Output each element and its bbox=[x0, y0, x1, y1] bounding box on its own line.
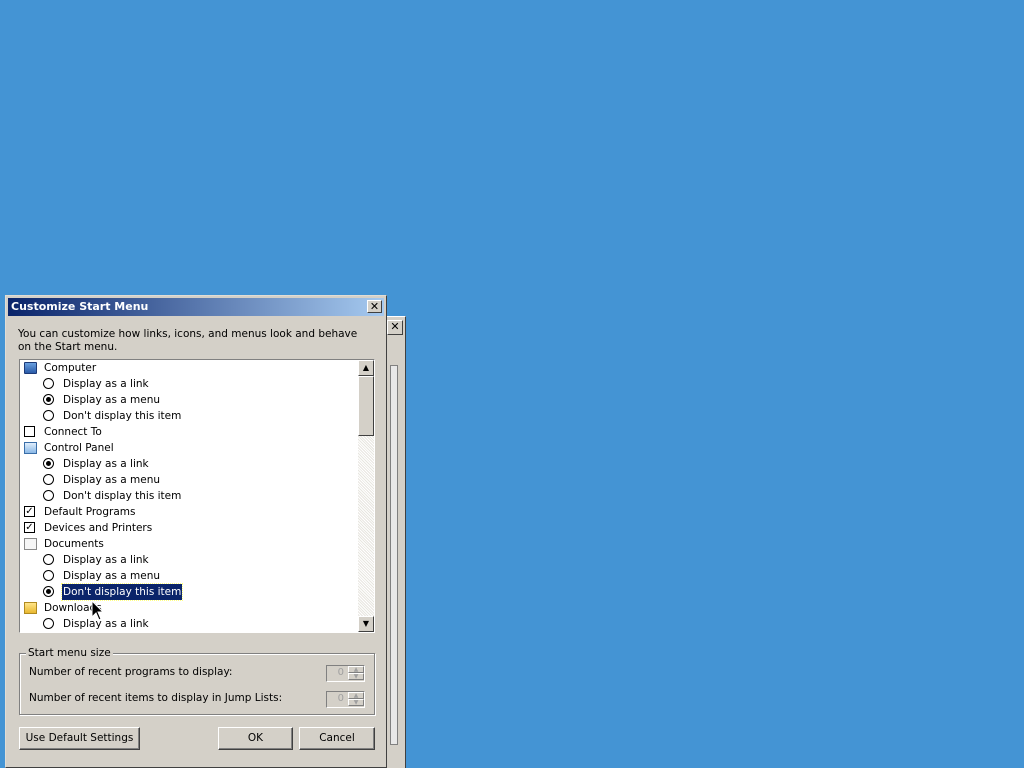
scroll-up-button[interactable]: ▲ bbox=[358, 360, 374, 376]
list-item-label[interactable]: Display as a menu bbox=[62, 472, 161, 488]
radio-button[interactable] bbox=[43, 474, 54, 485]
start-menu-size-group: Start menu size Number of recent program… bbox=[19, 646, 375, 715]
start-menu-size-legend: Start menu size bbox=[26, 646, 113, 660]
recent-programs-down-arrow[interactable]: ▼ bbox=[348, 673, 364, 680]
list-item-label[interactable]: Display as a menu bbox=[62, 392, 161, 408]
checkbox[interactable]: ✓ bbox=[24, 522, 35, 533]
list-item-label[interactable]: Display as a menu bbox=[62, 568, 161, 584]
list-item[interactable]: Display as a link bbox=[43, 376, 358, 392]
control-panel-icon bbox=[24, 442, 37, 454]
background-window-close-button[interactable]: ✕ bbox=[387, 320, 403, 335]
list-item[interactable]: Don't display this item bbox=[43, 408, 358, 424]
list-item-label[interactable]: Display as a link bbox=[62, 376, 150, 392]
ok-button[interactable]: OK bbox=[218, 727, 293, 750]
radio-button[interactable] bbox=[43, 378, 54, 389]
recent-programs-spinbox[interactable]: 0 ▲ ▼ bbox=[326, 665, 365, 682]
list-item-label: Control Panel bbox=[44, 442, 114, 454]
list-item[interactable]: Don't display this item bbox=[43, 488, 358, 504]
computer-icon bbox=[24, 362, 37, 374]
recent-programs-value[interactable]: 0 bbox=[329, 667, 344, 678]
radio-button[interactable] bbox=[43, 618, 54, 629]
list-item-label[interactable]: Default Programs bbox=[43, 504, 136, 520]
list-item[interactable]: Connect To bbox=[24, 424, 358, 440]
list-item: Downloads bbox=[24, 600, 358, 616]
mouse-cursor-icon bbox=[91, 600, 105, 621]
cancel-button[interactable]: Cancel bbox=[299, 727, 375, 750]
radio-button[interactable] bbox=[43, 394, 54, 405]
list-item[interactable]: Display as a menu bbox=[43, 472, 358, 488]
list-vertical-scrollbar[interactable]: ▲ ▼ bbox=[358, 360, 374, 632]
list-item[interactable]: ✓ Default Programs bbox=[24, 504, 358, 520]
recent-items-down-arrow[interactable]: ▼ bbox=[348, 699, 364, 706]
list-item-label: Documents bbox=[44, 538, 104, 550]
radio-button[interactable] bbox=[43, 490, 54, 501]
recent-items-spinbox[interactable]: 0 ▲ ▼ bbox=[326, 691, 365, 708]
list-item: Documents bbox=[24, 536, 358, 552]
background-window-scrollbar bbox=[390, 365, 398, 745]
close-button[interactable]: ✕ bbox=[367, 300, 382, 313]
scroll-down-button[interactable]: ▼ bbox=[358, 616, 374, 632]
list-item: Computer bbox=[24, 360, 358, 376]
radio-button[interactable] bbox=[43, 586, 54, 597]
checkbox[interactable]: ✓ bbox=[24, 506, 35, 517]
customize-start-menu-dialog: Customize Start Menu ✕ You can customize… bbox=[5, 295, 387, 768]
list-item-label[interactable]: Display as a link bbox=[62, 456, 150, 472]
list-item-label[interactable]: Display as a link bbox=[62, 616, 150, 632]
recent-items-value[interactable]: 0 bbox=[329, 693, 344, 704]
radio-button[interactable] bbox=[43, 554, 54, 565]
checkbox[interactable] bbox=[24, 426, 35, 437]
list-item-label[interactable]: Don't display this item bbox=[60, 583, 184, 601]
title-bar: Customize Start Menu ✕ bbox=[8, 298, 384, 316]
list-item-label[interactable]: Display as a link bbox=[62, 552, 150, 568]
recent-items-label: Number of recent items to display in Jum… bbox=[29, 692, 283, 704]
documents-icon bbox=[24, 538, 37, 550]
list-item-label[interactable]: Don't display this item bbox=[62, 488, 182, 504]
list-item[interactable]: Display as a menu bbox=[43, 392, 358, 408]
list-item[interactable]: Display as a link bbox=[43, 456, 358, 472]
list-item: Control Panel bbox=[24, 440, 358, 456]
list-item-label[interactable]: Connect To bbox=[43, 424, 103, 440]
list-item-label: Computer bbox=[44, 362, 97, 374]
use-default-settings-button[interactable]: Use Default Settings bbox=[19, 727, 140, 750]
radio-button[interactable] bbox=[43, 570, 54, 581]
recent-programs-label: Number of recent programs to display: bbox=[29, 666, 233, 678]
list-item[interactable]: Display as a menu bbox=[43, 568, 358, 584]
list-item[interactable]: Don't display this item bbox=[43, 583, 358, 601]
recent-programs-up-arrow[interactable]: ▲ bbox=[348, 666, 364, 673]
list-item[interactable]: Display as a link bbox=[43, 552, 358, 568]
downloads-icon bbox=[24, 602, 37, 614]
recent-items-up-arrow[interactable]: ▲ bbox=[348, 692, 364, 699]
dialog-title: Customize Start Menu bbox=[11, 300, 149, 313]
list-item-label[interactable]: Don't display this item bbox=[62, 408, 182, 424]
list-item-label[interactable]: Devices and Printers bbox=[43, 520, 153, 536]
options-list-content: Computer Display as a link Display as a me… bbox=[20, 360, 358, 632]
radio-button[interactable] bbox=[43, 458, 54, 469]
scroll-thumb[interactable] bbox=[358, 376, 374, 436]
start-menu-options-list[interactable]: Computer Display as a link Display as a me… bbox=[19, 359, 375, 633]
radio-button[interactable] bbox=[43, 410, 54, 421]
list-item[interactable]: ✓ Devices and Printers bbox=[24, 520, 358, 536]
dialog-description: You can customize how links, icons, and … bbox=[18, 328, 358, 353]
